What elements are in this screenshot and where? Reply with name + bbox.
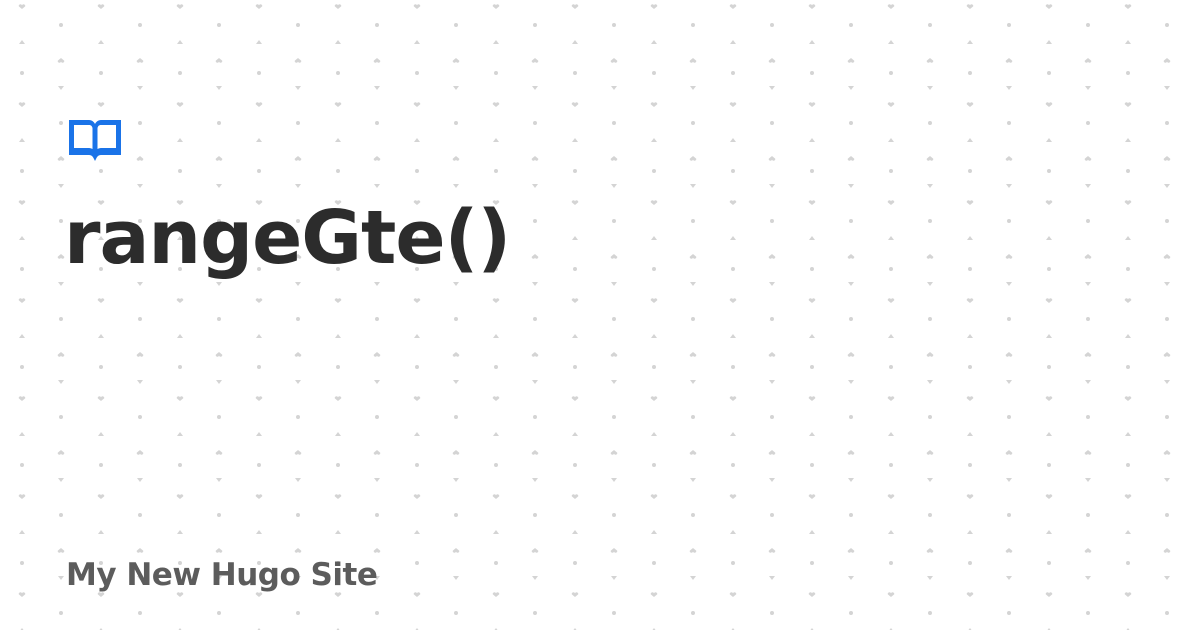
site-name: My New Hugo Site — [66, 557, 378, 593]
dot-pattern-background — [0, 0, 1200, 630]
open-book-icon — [69, 120, 121, 161]
page-title: rangeGte() — [64, 195, 511, 281]
social-card: rangeGte() My New Hugo Site — [0, 0, 1200, 630]
